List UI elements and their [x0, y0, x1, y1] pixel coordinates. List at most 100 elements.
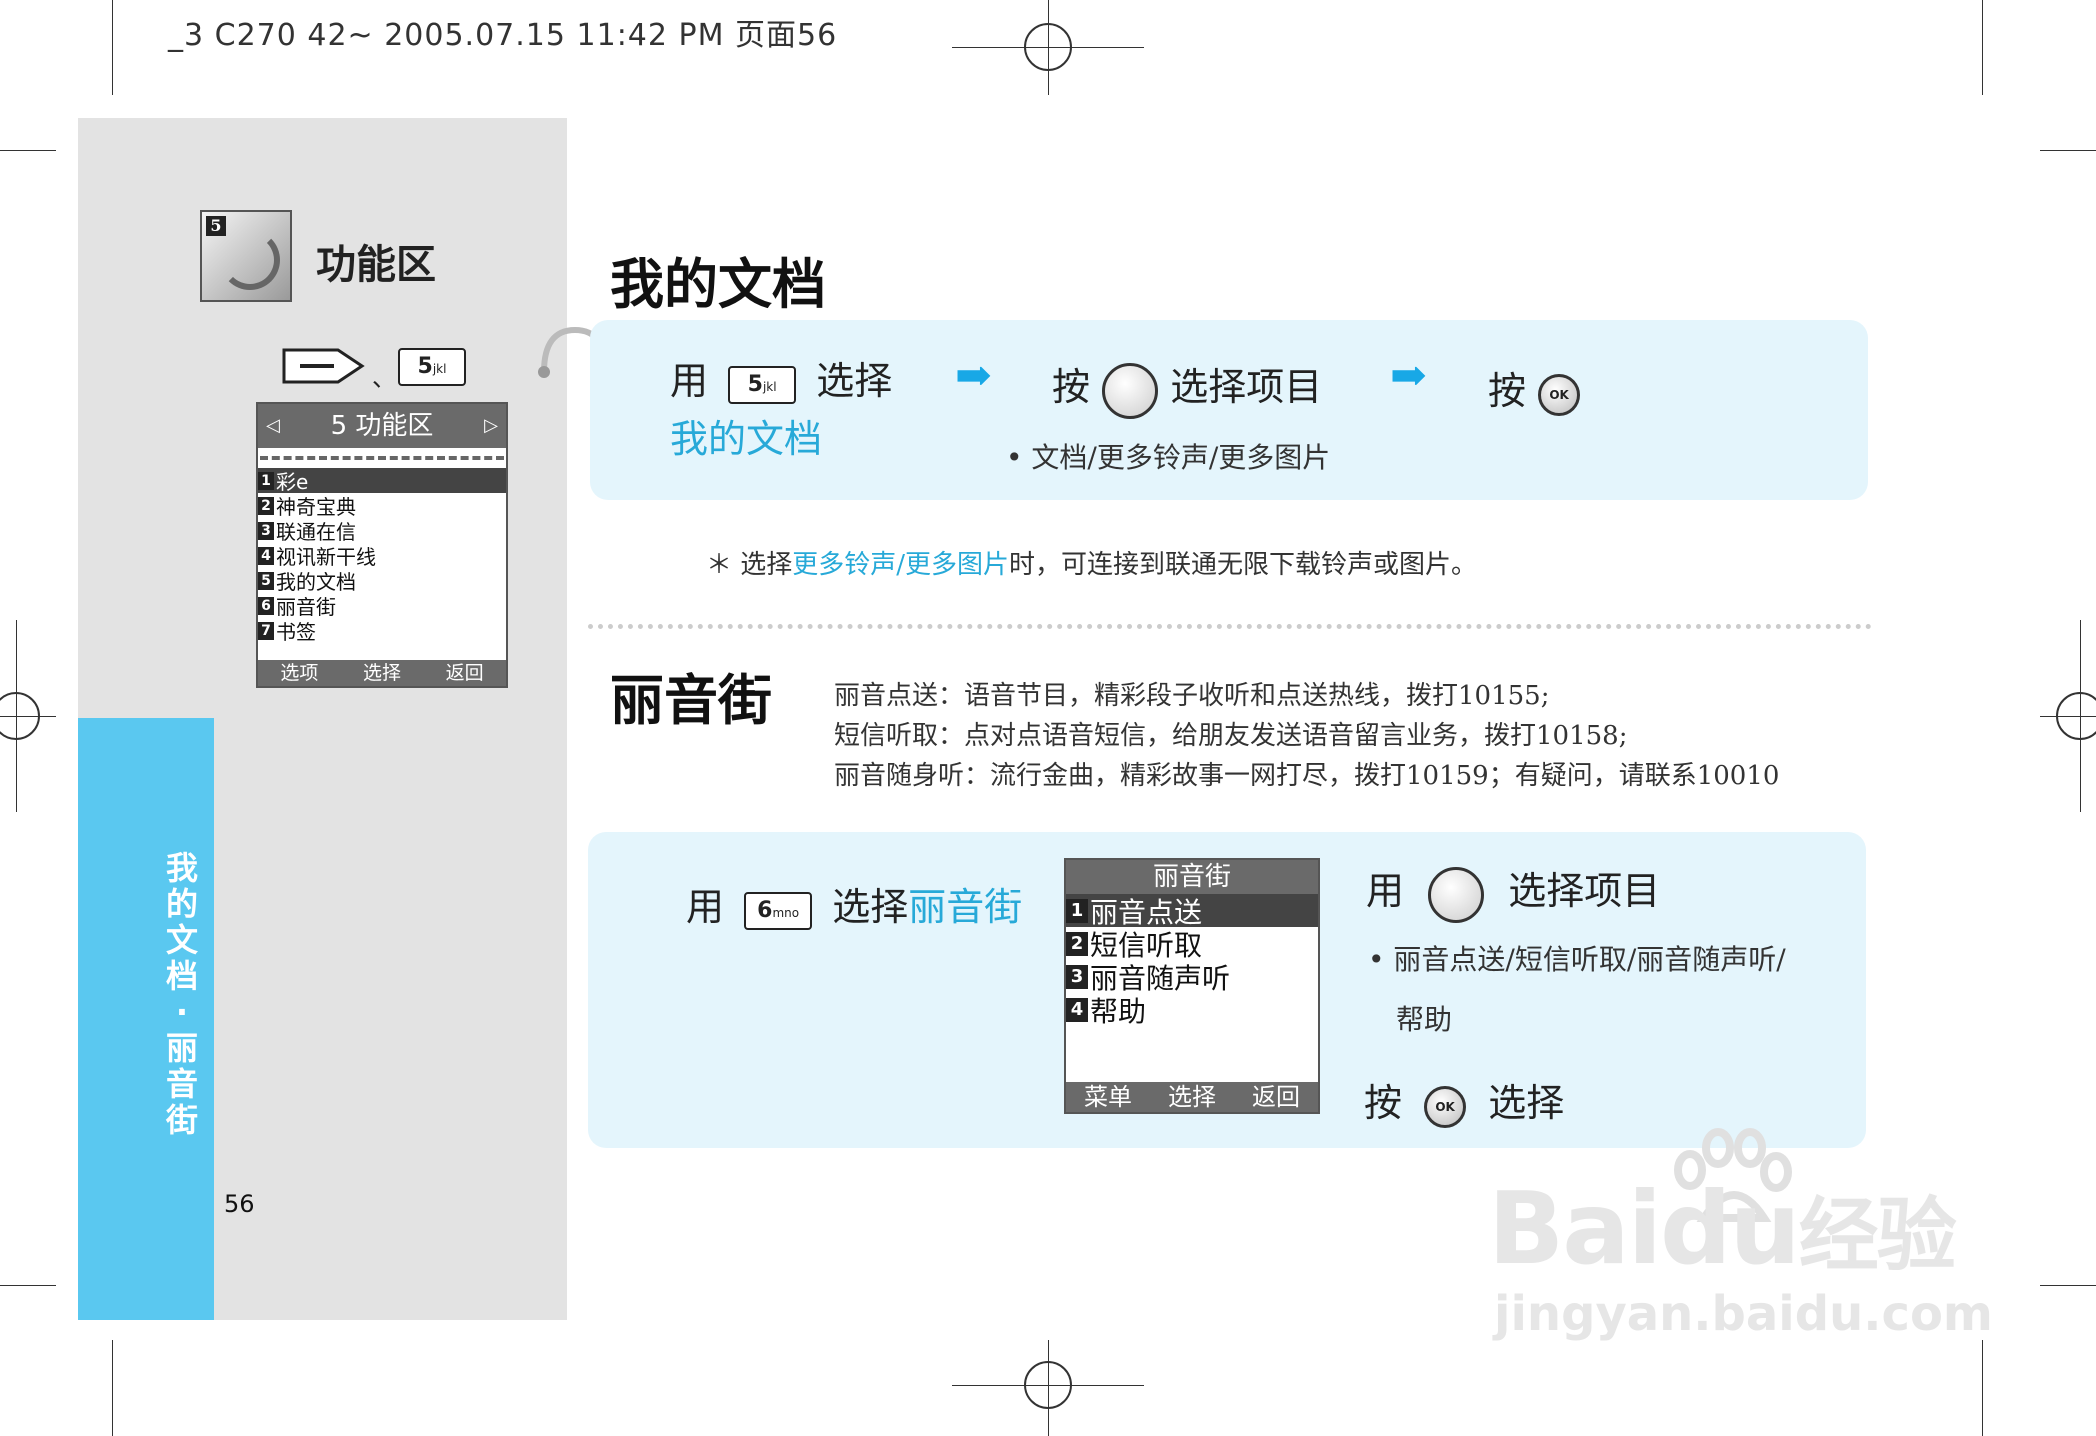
step2-instruction: 用 选择项目 [1366, 860, 1660, 923]
item-number: 4 [1066, 997, 1088, 1022]
softkey-menu[interactable]: 菜单 [1084, 1082, 1132, 1112]
list-item[interactable]: 4 视讯新干线 [258, 543, 506, 569]
step-text: 选择 [816, 359, 893, 403]
item-number: 5 [258, 571, 274, 590]
step-text: 选择项目 [1508, 869, 1661, 913]
softkey-select[interactable]: 选择 [1168, 1082, 1216, 1112]
print-header: _3 C270 42~ 2005.07.15 11:42 PM 页面56 [168, 18, 838, 53]
step-text: 用 [1366, 869, 1405, 913]
step2-options: • 文档/更多铃声/更多图片 [1006, 441, 1331, 474]
ok-key-icon: OK [1424, 1085, 1467, 1128]
crop-mark [1982, 1340, 1983, 1436]
list-item[interactable]: 4 帮助 [1066, 993, 1318, 1028]
item-label: 书签 [276, 620, 316, 644]
vertical-char: 我 [165, 849, 198, 887]
step2-options-cont: 帮助 [1396, 1003, 1453, 1036]
list-item[interactable]: 3 联通在信 [258, 518, 506, 544]
left-arrow-icon: ◁ [266, 415, 280, 436]
list-item[interactable]: 5 我的文档 [258, 568, 506, 594]
vertical-char: 街 [165, 1101, 198, 1139]
softkey-back[interactable]: 返回 [1252, 1082, 1300, 1112]
item-number: 2 [258, 496, 274, 515]
item-number: 3 [258, 521, 274, 540]
step2-options: • 丽音点送/短信听取/丽音随声听/ [1368, 943, 1786, 976]
item-label: 帮助 [1090, 994, 1147, 1028]
crop-mark [0, 1285, 56, 1286]
section-divider [588, 624, 1872, 629]
item-number: 6 [258, 596, 274, 615]
key-sublabel: jkl [432, 362, 447, 376]
step-text: 按 [1052, 365, 1091, 409]
step-text: 按 [1488, 369, 1527, 413]
softkey-options[interactable]: 选项 [280, 660, 318, 686]
registration-mark [2056, 692, 2096, 740]
registration-mark [1024, 1361, 1072, 1409]
phone-screen-function-menu: ◁ 5 功能区 ▷ 1 彩e 2 神奇宝典 3 联通在信 4 视讯新干线 5 我的文档 6… [256, 402, 508, 688]
section-title-my-documents: 我的文档 [610, 253, 826, 316]
screen-title: 丽音街 [1066, 860, 1318, 894]
vertical-char: 音 [165, 1065, 198, 1103]
softkey-select[interactable]: 选择 [363, 660, 401, 686]
note-rest: 时，可连接到联通无限下载铃声或图片。 [1009, 550, 1478, 580]
rings-icon [220, 230, 280, 290]
function-area-title: 功能区 [316, 242, 436, 288]
softkey-back[interactable]: 返回 [446, 660, 484, 686]
navigation-key-icon [1428, 866, 1485, 923]
key-separator: 、 [372, 364, 396, 392]
screen-header: ◁ 5 功能区 ▷ [258, 404, 506, 448]
vertical-char: 文 [165, 921, 198, 959]
note-highlight: 更多铃声/更多图片 [792, 550, 1010, 580]
step-text: 用 [670, 359, 709, 403]
key-6-icon: 6mno [744, 891, 813, 930]
item-number: 3 [1066, 964, 1088, 989]
list-item[interactable]: 1 丽音点送 [1066, 894, 1318, 929]
softkey-bar: 菜单 选择 返回 [1066, 1082, 1318, 1112]
vertical-char: · [175, 993, 189, 1031]
description-line: 丽音点送：语音节目，精彩段子收听和点送热线，拨打10155; [834, 681, 1550, 711]
key-sublabel: mno [772, 905, 800, 920]
item-number: 1 [258, 471, 274, 490]
step3-instruction: 按 OK 选择 [1364, 1072, 1564, 1128]
step1-target: 我的文档 [670, 417, 823, 461]
step1-target: 丽音街 [908, 885, 1023, 929]
step2-instruction: 按 选择项目 [1052, 356, 1322, 419]
list-item[interactable]: 1 彩e [258, 468, 506, 494]
list-item[interactable]: 3 丽音随声听 [1066, 960, 1318, 995]
crop-mark [0, 150, 56, 151]
left-softkey-icon [282, 348, 365, 384]
key-label: 5 [747, 371, 763, 397]
watermark-url: jingyan.baidu.com [1494, 1286, 1993, 1342]
crop-mark [2040, 1285, 2096, 1286]
watermark-suffix: 经验 [1798, 1189, 1957, 1282]
navigation-key-icon [1102, 362, 1159, 419]
step-text: 用 [686, 885, 725, 929]
step-text: 选择 [832, 885, 909, 929]
arrow-right-icon: ➡ [1390, 350, 1427, 401]
list-item[interactable]: 2 神奇宝典 [258, 493, 506, 519]
list-item[interactable]: 7 书签 [258, 618, 506, 644]
note-text: ＊ 选择更多铃声/更多图片时，可连接到联通无限下载铃声或图片。 [706, 544, 1477, 581]
key-sublabel: jkl [762, 379, 777, 394]
function-icon-number: 5 [206, 216, 226, 236]
section-description: 丽音点送：语音节目，精彩段子收听和点送热线，拨打10155; 短信听取：点对点语… [834, 676, 1779, 796]
description-line: 短信听取：点对点语音短信，给朋友发送语音留言业务，拨打10158; [834, 721, 1628, 751]
registration-mark [0, 692, 40, 740]
section-title-liyinjie: 丽音街 [610, 669, 772, 732]
page-number: 56 [224, 1190, 255, 1218]
vertical-char: 的 [165, 885, 198, 923]
crop-mark [1982, 0, 1983, 95]
list-item[interactable]: 2 短信听取 [1066, 927, 1318, 962]
vertical-char: 丽 [165, 1029, 198, 1067]
list-item[interactable]: 6 丽音街 [258, 593, 506, 619]
item-number: 7 [258, 621, 274, 640]
arrow-right-icon: ➡ [955, 350, 992, 401]
ok-key-icon: OK [1538, 373, 1581, 416]
vertical-char: 档 [165, 957, 198, 995]
key-label: 6 [757, 897, 773, 923]
softkey-bar: 选项 选择 返回 [258, 660, 506, 686]
step-text: 选择 [1488, 1081, 1565, 1125]
description-line: 丽音随身听：流行金曲，精彩故事一网打尽，拨打10159；有疑问，请联系10010 [834, 761, 1780, 791]
step-text: 选择项目 [1170, 365, 1323, 409]
crop-mark [2040, 150, 2096, 151]
screen-tabs-indicator [260, 448, 504, 460]
